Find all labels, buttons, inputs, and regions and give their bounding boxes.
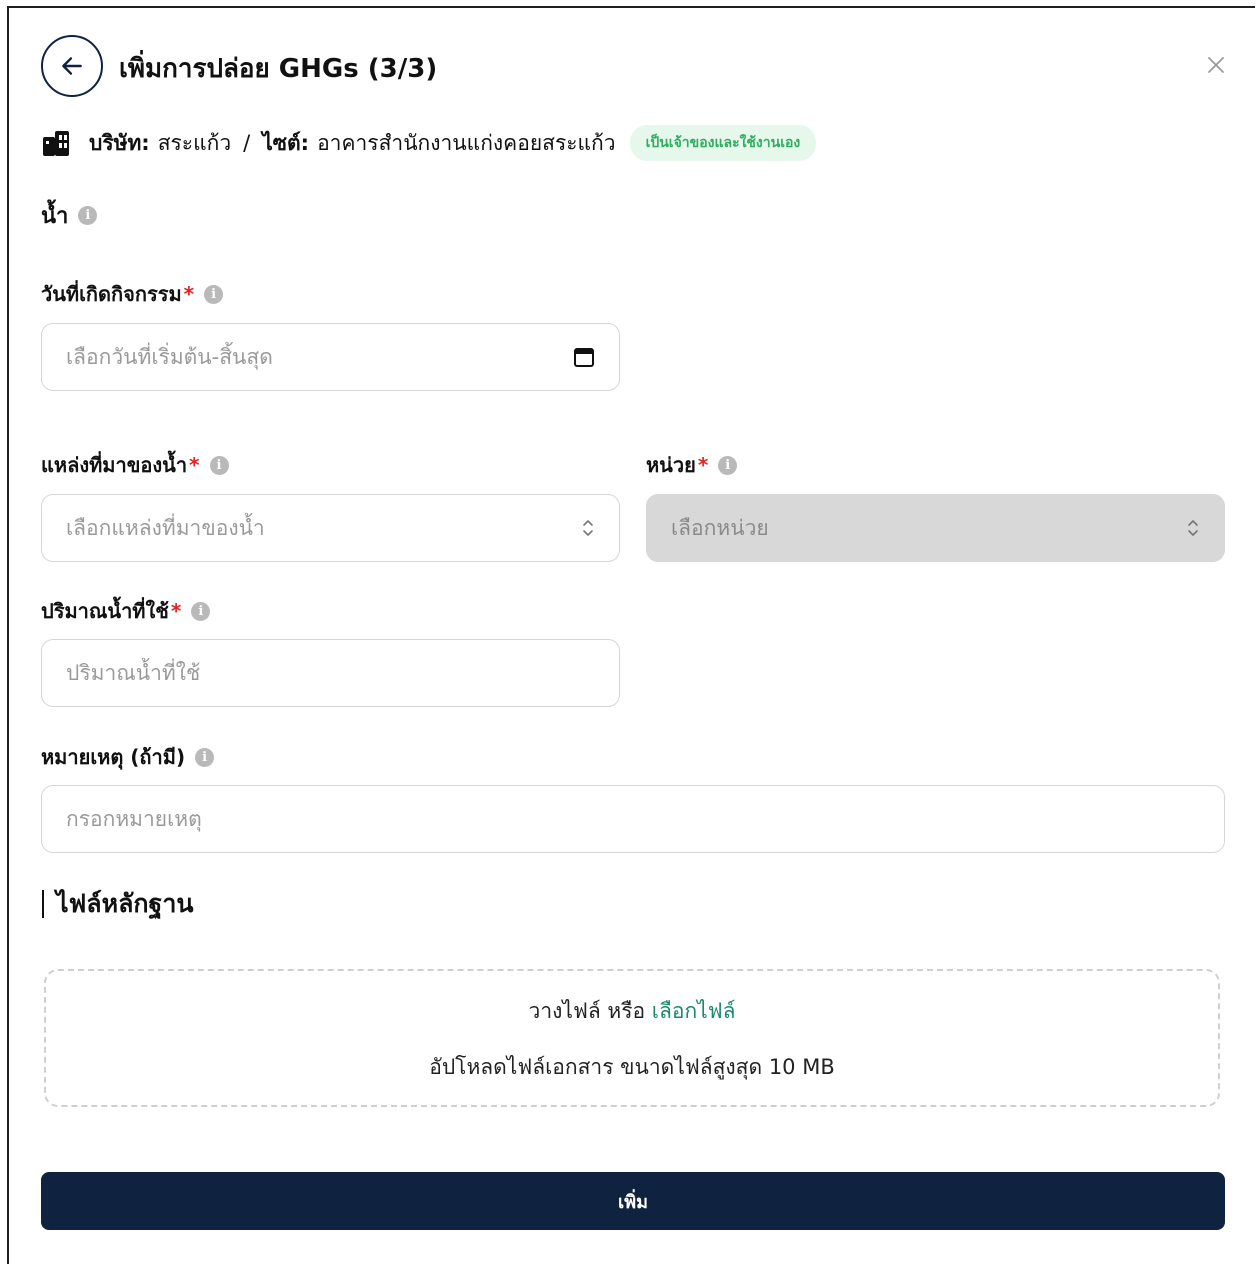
title-accent-bar [42, 890, 44, 918]
water-amount-placeholder: ปริมาณน้ำที่ใช้ [66, 660, 201, 685]
water-amount-label: ปริมาณน้ำที่ใช้ * i [41, 595, 211, 627]
required-marker: * [189, 453, 200, 477]
evidence-title: ไฟล์หลักฐาน [42, 884, 193, 924]
info-icon[interactable]: i [204, 284, 224, 304]
water-source-select[interactable]: เลือกแหล่งที่มาของน้ำ [41, 494, 620, 562]
drop-text: วางไฟล์ หรือ [528, 999, 646, 1023]
section-title-text: น้ำ [41, 204, 69, 229]
chevron-up-down-icon [1188, 520, 1198, 536]
calendar-icon[interactable] [573, 346, 595, 368]
unit-select[interactable]: เลือกหน่วย [646, 494, 1225, 562]
unit-label: หน่วย * i [646, 449, 738, 481]
water-amount-input[interactable]: ปริมาณน้ำที่ใช้ [41, 639, 620, 707]
add-button[interactable]: เพิ่ม [41, 1172, 1225, 1230]
file-dropzone[interactable]: วางไฟล์ หรือ เลือกไฟล์ อัปโหลดไฟล์เอกสาร… [44, 969, 1220, 1107]
required-marker: * [697, 453, 709, 477]
note-input[interactable]: กรอกหมายเหตุ [41, 785, 1225, 853]
modal-title: เพิ่มการปล่อย GHGs (3/3) [119, 54, 438, 84]
activity-date-label-text: วันที่เกิดกิจกรรม [41, 282, 182, 306]
evidence-title-text: ไฟล์หลักฐาน [56, 889, 194, 918]
ownership-badge: เป็นเจ้าของและใช้งานเอง [629, 125, 817, 161]
unit-placeholder: เลือกหน่วย [671, 515, 769, 540]
activity-date-label: วันที่เกิดกิจกรรม * i [41, 278, 224, 310]
info-icon[interactable]: i [718, 455, 738, 475]
activity-date-picker[interactable]: เลือกวันที่เริ่มต้น-สิ้นสุด [41, 323, 620, 391]
info-icon[interactable]: i [209, 455, 229, 475]
site-value: อาคารสำนักงานแก่งคอยสระแก้ว [317, 130, 616, 155]
separator: / [243, 131, 251, 155]
note-label-text: หมายเหตุ (ถ้ามี) [41, 745, 186, 769]
company-label: บริษัท: [89, 130, 150, 155]
add-emission-modal: เพิ่มการปล่อย GHGs (3/3) บริษัท: สระแก้ว… [7, 6, 1255, 1264]
note-placeholder: กรอกหมายเหตุ [66, 806, 202, 831]
water-source-label-text: แหล่งที่มาของน้ำ [41, 453, 188, 477]
company-site-row: บริษัท: สระแก้ว / ไซต์: อาคารสำนักงานแก่… [41, 125, 817, 161]
dropzone-instruction: วางไฟล์ หรือ เลือกไฟล์ [46, 995, 1218, 1028]
water-source-label: แหล่งที่มาของน้ำ * i [41, 449, 229, 481]
close-icon [1208, 57, 1224, 73]
activity-date-placeholder: เลือกวันที่เริ่มต้น-สิ้นสุด [66, 344, 273, 369]
unit-label-text: หน่วย [646, 453, 696, 477]
arrow-left-icon [62, 57, 82, 75]
site-label: ไซต์: [262, 130, 310, 155]
note-label: หมายเหตุ (ถ้ามี) i [41, 741, 215, 773]
back-button[interactable] [41, 35, 103, 97]
company-value: สระแก้ว [157, 130, 232, 155]
section-title: น้ำ i [41, 198, 98, 233]
info-icon[interactable]: i [191, 601, 211, 621]
required-marker: * [170, 599, 182, 623]
required-marker: * [183, 282, 195, 306]
dropzone-hint: อัปโหลดไฟล์เอกสาร ขนาดไฟล์สูงสุด 10 MB [429, 1055, 835, 1079]
water-amount-label-text: ปริมาณน้ำที่ใช้ [41, 599, 169, 623]
info-icon[interactable]: i [195, 747, 215, 767]
choose-file-link[interactable]: เลือกไฟล์ [652, 999, 736, 1023]
building-icon [43, 131, 69, 156]
water-source-placeholder: เลือกแหล่งที่มาของน้ำ [66, 515, 265, 540]
info-icon[interactable]: i [78, 206, 98, 225]
close-button[interactable] [1205, 54, 1227, 76]
chevron-up-down-icon [583, 520, 593, 536]
